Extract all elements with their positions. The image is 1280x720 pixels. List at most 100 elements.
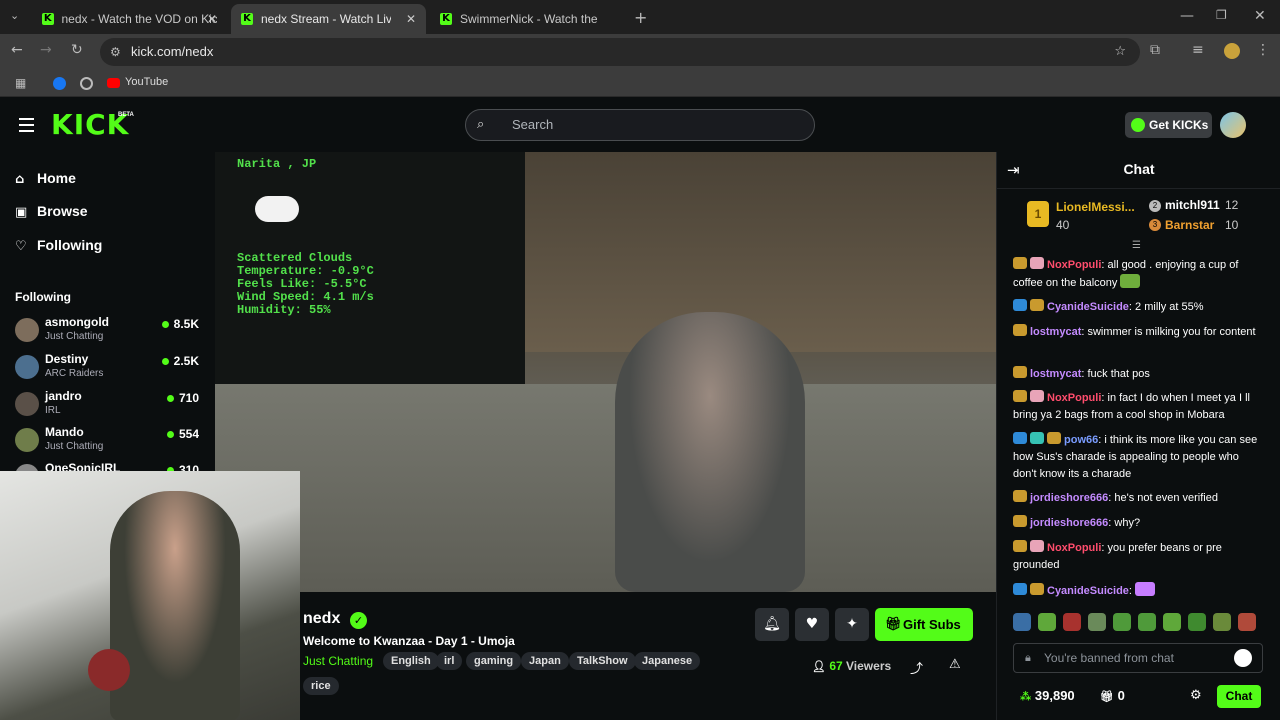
chat-username[interactable]: CyanideSuicide [1047, 301, 1129, 313]
leader-1-name[interactable]: LionelMessi... [1056, 200, 1135, 214]
site-info-icon[interactable]: ⚙ [110, 38, 121, 66]
search-input[interactable]: ⌕ Search [465, 109, 815, 141]
browser-tab-1[interactable]: K nedx - Watch the VOD on Kick ✕ [32, 4, 227, 34]
sparkle-button[interactable]: ✦ [835, 608, 869, 641]
emote-icon[interactable] [1213, 613, 1231, 631]
emote-icon[interactable] [1163, 613, 1181, 631]
follow-button[interactable]: ♥ [795, 608, 829, 641]
webcam-person [110, 491, 240, 720]
share-icon[interactable]: ⤴ [910, 658, 923, 677]
stream-category[interactable]: Just Chatting [303, 654, 373, 668]
chat-username[interactable]: pow66 [1064, 434, 1098, 446]
reload-icon[interactable]: ↻ [71, 42, 83, 58]
video-player[interactable]: Narita , JP Scattered Clouds Temperature… [215, 152, 996, 592]
chat-input[interactable]: 🔒︎ You're banned from chat [1013, 643, 1263, 673]
report-icon[interactable]: ⚠ [949, 657, 961, 672]
nav-browse[interactable]: ▣ Browse [15, 203, 88, 220]
kick-favicon-icon: K [440, 13, 452, 25]
kick-favicon-icon: K [241, 13, 253, 25]
following-item-jandro[interactable]: jandro IRL 710 [15, 388, 205, 422]
tag-gaming[interactable]: gaming [466, 652, 522, 670]
profile-avatar[interactable] [1224, 43, 1240, 59]
chat-username[interactable]: jordieshore666 [1030, 517, 1108, 529]
new-tab-icon[interactable]: + [634, 8, 647, 27]
following-item-destiny[interactable]: Destiny ARC Raiders 2.5K [15, 351, 205, 385]
tab-search-icon[interactable]: ⌄ [10, 9, 19, 22]
webcam-overlay [0, 471, 300, 720]
pinned-toggle-icon[interactable]: ☰ [1132, 240, 1141, 251]
notification-bell-button[interactable]: 🔔︎ [755, 608, 789, 641]
emote-icon[interactable] [1038, 613, 1056, 631]
viewer-count: 8.5K [161, 317, 199, 331]
following-item-asmongold[interactable]: asmongold Just Chatting 8.5K [15, 314, 205, 348]
gift-subs-button[interactable]: 🎁︎ Gift Subs [875, 608, 973, 641]
menu-icon[interactable]: ⋮ [1256, 42, 1270, 58]
user-avatar[interactable] [1220, 112, 1246, 138]
gift-icon: 🎁︎ [1100, 690, 1114, 703]
tag-japan[interactable]: Japan [521, 652, 569, 670]
chat-send-button[interactable]: Chat [1217, 685, 1261, 708]
gift-subs-label: Gift Subs [903, 617, 961, 632]
gift-count[interactable]: 🎁︎ 0 [1100, 688, 1125, 703]
nav-following[interactable]: ♡ Following [15, 237, 102, 254]
chat-username[interactable]: lostmycat [1030, 368, 1081, 380]
tag-japanese[interactable]: Japanese [634, 652, 701, 670]
maximize-icon[interactable]: ❐ [1216, 8, 1227, 22]
minimize-icon[interactable]: — [1180, 8, 1194, 24]
bookmark-star-icon[interactable]: ☆ [1114, 38, 1126, 66]
tag-rice[interactable]: rice [303, 677, 339, 695]
nav-following-label: Following [37, 237, 103, 253]
facebook-icon[interactable] [53, 77, 66, 90]
chat-username[interactable]: NoxPopuli [1047, 392, 1101, 404]
chat-username[interactable]: CyanideSuicide [1047, 585, 1129, 597]
bookmark-youtube[interactable]: YouTube [125, 76, 168, 88]
back-icon[interactable]: ← [11, 42, 23, 58]
nav-home[interactable]: ⌂ Home [15, 170, 76, 187]
avatar [15, 318, 39, 342]
chat-input-placeholder: You're banned from chat [1044, 651, 1174, 665]
apps-icon[interactable]: ▦ [15, 76, 26, 90]
emote-icon[interactable] [1188, 613, 1206, 631]
search-icon: ⌕ [477, 117, 485, 132]
chat-message: pow66: i think its more like you can see… [1013, 432, 1263, 483]
url-field[interactable]: ⚙ kick.com/nedx ☆ [100, 38, 1140, 66]
media-icon[interactable]: ≡ [1192, 42, 1204, 58]
leader-3-name[interactable]: Barnstar [1165, 218, 1214, 232]
tag-english[interactable]: English [383, 652, 439, 670]
chat-username[interactable]: NoxPopuli [1047, 542, 1101, 554]
chat-username[interactable]: jordieshore666 [1030, 492, 1108, 504]
tag-talkshow[interactable]: TalkShow [569, 652, 636, 670]
emote-icon[interactable] [1113, 613, 1131, 631]
extensions-icon[interactable]: ⧉ [1150, 42, 1160, 58]
leader-2-name[interactable]: mitchl911 [1165, 198, 1220, 212]
close-icon[interactable]: ✕ [207, 12, 217, 26]
weather-overlay: Narita , JP Scattered Clouds Temperature… [215, 152, 525, 384]
app-overlay-icon[interactable] [1234, 649, 1252, 667]
chat-message: jordieshore666: why? [1013, 515, 1263, 532]
channel-name[interactable]: nedx [303, 610, 340, 628]
channel-name: Destiny [45, 352, 89, 366]
globe-icon[interactable] [80, 77, 93, 90]
hamburger-icon[interactable] [19, 118, 34, 132]
browser-tab-2[interactable]: K nedx Stream - Watch Live o ✕ [231, 4, 426, 34]
browser-tab-bar: ⌄ K nedx - Watch the VOD on Kick ✕ K ned… [0, 0, 1280, 34]
sub-badge-icon [1013, 540, 1027, 552]
browser-tab-3[interactable]: K SwimmerNick - Watch the VOD [430, 4, 630, 34]
chat-settings-icon[interactable]: ⚙ [1190, 688, 1202, 703]
emote-icon[interactable] [1013, 613, 1031, 631]
close-icon[interactable]: ✕ [406, 12, 416, 26]
forward-icon[interactable]: → [40, 42, 52, 58]
chat-username[interactable]: NoxPopuli [1047, 259, 1101, 271]
chat-username[interactable]: lostmycat [1030, 326, 1081, 338]
window-close-icon[interactable]: ✕ [1254, 8, 1266, 24]
emote-icon[interactable] [1238, 613, 1256, 631]
leader-3-count: 10 [1225, 218, 1239, 232]
tag-irl[interactable]: irl [436, 652, 463, 670]
get-kicks-button[interactable]: Get KICKs [1125, 112, 1212, 138]
emote-icon[interactable] [1088, 613, 1106, 631]
following-item-mando[interactable]: Mando Just Chatting 554 [15, 424, 205, 458]
channel-category: Just Chatting [45, 331, 104, 342]
emote-icon[interactable] [1063, 613, 1081, 631]
kick-points[interactable]: ⁂ 39,890 [1020, 688, 1075, 703]
emote-icon[interactable] [1138, 613, 1156, 631]
